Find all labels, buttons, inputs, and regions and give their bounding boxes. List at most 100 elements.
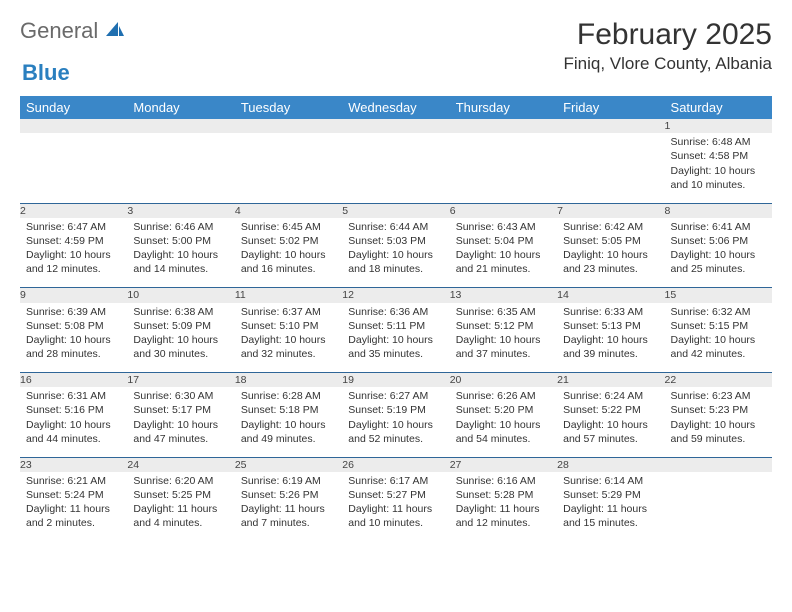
day-cell: Sunrise: 6:28 AMSunset: 5:18 PMDaylight:… <box>235 387 342 457</box>
day-cell <box>20 133 127 203</box>
sunset: Sunset: 5:20 PM <box>456 403 551 417</box>
day-number: 17 <box>127 374 139 386</box>
day-number-cell: 13 <box>450 288 557 303</box>
sunrise: Sunrise: 6:31 AM <box>26 389 121 403</box>
sunset: Sunset: 5:18 PM <box>241 403 336 417</box>
weekday-monday: Monday <box>127 96 234 119</box>
sunrise: Sunrise: 6:28 AM <box>241 389 336 403</box>
day-cell: Sunrise: 6:27 AMSunset: 5:19 PMDaylight:… <box>342 387 449 457</box>
logo-sail-icon <box>104 18 126 44</box>
sunset: Sunset: 5:05 PM <box>563 234 658 248</box>
daylight: Daylight: 11 hours and 12 minutes. <box>456 502 551 530</box>
day-cell: Sunrise: 6:43 AMSunset: 5:04 PMDaylight:… <box>450 218 557 288</box>
daylight: Daylight: 10 hours and 52 minutes. <box>348 418 443 446</box>
day-number: 26 <box>342 459 354 471</box>
daylight: Daylight: 10 hours and 16 minutes. <box>241 248 336 276</box>
sunset: Sunset: 5:13 PM <box>563 319 658 333</box>
day-cell: Sunrise: 6:45 AMSunset: 5:02 PMDaylight:… <box>235 218 342 288</box>
day-number: 5 <box>342 205 348 217</box>
sunrise: Sunrise: 6:33 AM <box>563 305 658 319</box>
calendar-body: 1Sunrise: 6:48 AMSunset: 4:58 PMDaylight… <box>20 119 772 542</box>
sunset: Sunset: 5:28 PM <box>456 488 551 502</box>
sunset: Sunset: 5:08 PM <box>26 319 121 333</box>
daylight: Daylight: 10 hours and 21 minutes. <box>456 248 551 276</box>
sunset: Sunset: 5:29 PM <box>563 488 658 502</box>
day-cell: Sunrise: 6:44 AMSunset: 5:03 PMDaylight:… <box>342 218 449 288</box>
daylight: Daylight: 10 hours and 12 minutes. <box>26 248 121 276</box>
weekday-wednesday: Wednesday <box>342 96 449 119</box>
day-number-cell: 27 <box>450 457 557 472</box>
daylight: Daylight: 10 hours and 10 minutes. <box>671 164 766 192</box>
day-number-cell: 28 <box>557 457 664 472</box>
sunset: Sunset: 5:23 PM <box>671 403 766 417</box>
day-number: 3 <box>127 205 133 217</box>
sunset: Sunset: 5:19 PM <box>348 403 443 417</box>
sunset: Sunset: 5:10 PM <box>241 319 336 333</box>
weekday-sunday: Sunday <box>20 96 127 119</box>
day-number: 19 <box>342 374 354 386</box>
day-cell: Sunrise: 6:19 AMSunset: 5:26 PMDaylight:… <box>235 472 342 542</box>
week-3-daynum-row: 16 17 18 19 20 21 22 <box>20 373 772 388</box>
sunset: Sunset: 5:02 PM <box>241 234 336 248</box>
day-number: 1 <box>665 120 671 132</box>
day-number-cell: 20 <box>450 373 557 388</box>
day-cell: Sunrise: 6:38 AMSunset: 5:09 PMDaylight:… <box>127 303 234 373</box>
day-number-cell: 23 <box>20 457 127 472</box>
day-number: 16 <box>20 374 32 386</box>
logo: General <box>20 18 128 44</box>
daylight: Daylight: 10 hours and 23 minutes. <box>563 248 658 276</box>
day-cell: Sunrise: 6:37 AMSunset: 5:10 PMDaylight:… <box>235 303 342 373</box>
sunrise: Sunrise: 6:45 AM <box>241 220 336 234</box>
sunrise: Sunrise: 6:32 AM <box>671 305 766 319</box>
sunset: Sunset: 5:00 PM <box>133 234 228 248</box>
day-number-cell: 15 <box>665 288 772 303</box>
sunset: Sunset: 5:09 PM <box>133 319 228 333</box>
location: Finiq, Vlore County, Albania <box>563 54 772 74</box>
daylight: Daylight: 10 hours and 44 minutes. <box>26 418 121 446</box>
sunset: Sunset: 5:12 PM <box>456 319 551 333</box>
sunset: Sunset: 5:22 PM <box>563 403 658 417</box>
sunrise: Sunrise: 6:27 AM <box>348 389 443 403</box>
weekday-header-row: SundayMondayTuesdayWednesdayThursdayFrid… <box>20 96 772 119</box>
day-number: 6 <box>450 205 456 217</box>
day-number: 2 <box>20 205 26 217</box>
day-number: 4 <box>235 205 241 217</box>
sunset: Sunset: 5:26 PM <box>241 488 336 502</box>
day-cell: Sunrise: 6:14 AMSunset: 5:29 PMDaylight:… <box>557 472 664 542</box>
day-cell: Sunrise: 6:24 AMSunset: 5:22 PMDaylight:… <box>557 387 664 457</box>
daylight: Daylight: 11 hours and 4 minutes. <box>133 502 228 530</box>
day-number: 22 <box>665 374 677 386</box>
weekday-tuesday: Tuesday <box>235 96 342 119</box>
day-number: 23 <box>20 459 32 471</box>
sunset: Sunset: 5:15 PM <box>671 319 766 333</box>
sunrise: Sunrise: 6:30 AM <box>133 389 228 403</box>
week-0-daynum-row: 1 <box>20 119 772 133</box>
sunrise: Sunrise: 6:43 AM <box>456 220 551 234</box>
day-cell: Sunrise: 6:33 AMSunset: 5:13 PMDaylight:… <box>557 303 664 373</box>
day-number: 20 <box>450 374 462 386</box>
day-cell: Sunrise: 6:39 AMSunset: 5:08 PMDaylight:… <box>20 303 127 373</box>
day-number: 11 <box>235 289 246 301</box>
sunrise: Sunrise: 6:24 AM <box>563 389 658 403</box>
day-number-cell <box>342 119 449 133</box>
day-number-cell: 8 <box>665 203 772 218</box>
day-number: 10 <box>127 289 139 301</box>
day-cell: Sunrise: 6:21 AMSunset: 5:24 PMDaylight:… <box>20 472 127 542</box>
daylight: Daylight: 10 hours and 25 minutes. <box>671 248 766 276</box>
sunrise: Sunrise: 6:26 AM <box>456 389 551 403</box>
day-cell: Sunrise: 6:30 AMSunset: 5:17 PMDaylight:… <box>127 387 234 457</box>
day-number-cell <box>235 119 342 133</box>
title-block: February 2025 Finiq, Vlore County, Alban… <box>563 18 772 74</box>
daylight: Daylight: 11 hours and 7 minutes. <box>241 502 336 530</box>
daylight: Daylight: 10 hours and 59 minutes. <box>671 418 766 446</box>
day-number: 8 <box>665 205 671 217</box>
sunrise: Sunrise: 6:36 AM <box>348 305 443 319</box>
sunrise: Sunrise: 6:47 AM <box>26 220 121 234</box>
day-number: 21 <box>557 374 569 386</box>
day-number: 12 <box>342 289 354 301</box>
day-number: 18 <box>235 374 247 386</box>
day-number-cell: 7 <box>557 203 664 218</box>
daylight: Daylight: 10 hours and 54 minutes. <box>456 418 551 446</box>
sunrise: Sunrise: 6:41 AM <box>671 220 766 234</box>
sunrise: Sunrise: 6:39 AM <box>26 305 121 319</box>
